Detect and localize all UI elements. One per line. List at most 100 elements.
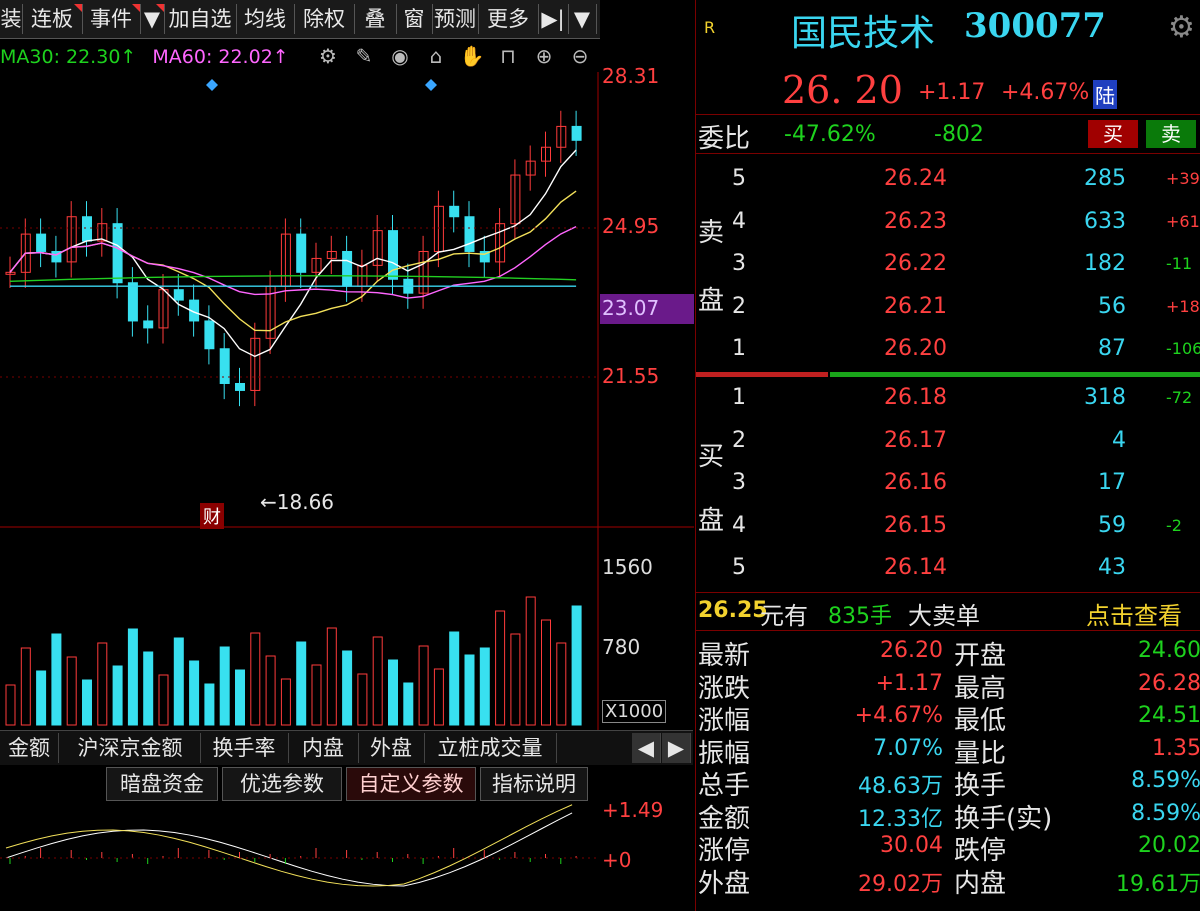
zoom-in-icon[interactable]: ⊕ — [526, 44, 562, 68]
book-volume: 4 — [1112, 427, 1126, 453]
volume-bar — [36, 670, 47, 726]
candle-body — [342, 250, 353, 287]
toolbar-item[interactable]: 叠 — [354, 4, 397, 34]
big-order-desc: 大卖单 — [908, 602, 980, 630]
buy-side-label-2: 盘 — [698, 506, 725, 536]
indicator-tab[interactable]: 换手率 — [200, 733, 289, 763]
candle-body — [204, 320, 215, 350]
weibi-diff: -802 — [934, 122, 984, 147]
finance-badge[interactable]: 财 — [200, 503, 224, 529]
scroll-left-icon[interactable]: ◀ — [632, 733, 661, 763]
toolbar-item[interactable]: 连板 — [22, 4, 83, 34]
candle-body — [143, 320, 154, 329]
kline-chart[interactable] — [0, 72, 694, 732]
toolbar-item[interactable]: 窗 — [396, 4, 433, 34]
book-price: 26.24 — [884, 166, 947, 191]
indicator-tab[interactable]: 外盘 — [358, 733, 425, 763]
indicator-tab-row: 金额 沪深京金额 换手率 内盘 外盘 立桩成交量 ◀ ▶ — [0, 730, 693, 765]
volume-bar — [296, 641, 307, 726]
candle-body — [449, 205, 460, 218]
quote-panel: R 国民技术 300077 ⚙ 26. 20 +1.17 +4.67% 陆 委比… — [695, 0, 1200, 911]
big-order-unit: 元有 — [760, 602, 808, 630]
stat-label: 最低 — [954, 706, 1007, 736]
stat-label: 量比 — [954, 738, 1007, 769]
toolbar-item[interactable]: 均线 — [236, 4, 295, 34]
candle-body — [219, 348, 230, 384]
book-volume: 87 — [1098, 336, 1126, 361]
volume-bar — [464, 654, 475, 726]
indicator-tab[interactable]: 金额 — [0, 733, 59, 763]
sub-tab[interactable]: 自定义参数 — [346, 767, 476, 801]
volume-bar — [158, 674, 169, 726]
toolbar-item[interactable]: ▶| — [538, 4, 569, 34]
sub-tab[interactable]: 暗盘资金 — [106, 767, 218, 801]
sell-side-label-2: 盘 — [698, 286, 725, 316]
stat-label: 换手(实) — [954, 803, 1053, 834]
indicator-tab[interactable]: 沪深京金额 — [60, 733, 201, 763]
volume-bar — [388, 659, 398, 726]
stock-code: 300077 — [964, 6, 1106, 46]
sub-tab[interactable]: 指标说明 — [480, 767, 588, 801]
volume-bar — [433, 668, 444, 726]
zoom-out-icon[interactable]: ⊖ — [562, 44, 598, 68]
toolbar-item[interactable]: 预测 — [432, 4, 479, 34]
indicator-tab[interactable]: 立桩成交量 — [424, 733, 557, 763]
stat-value: 24.51 — [1138, 703, 1200, 728]
big-order-link[interactable]: 点击查看 — [1086, 596, 1182, 631]
gear-icon[interactable]: ⚙ — [310, 44, 346, 68]
book-change: -72 — [1166, 388, 1193, 407]
toolbar-item[interactable]: 加自选 — [164, 4, 237, 34]
macd-tick: +0 — [602, 848, 632, 872]
lock-icon[interactable]: ⊓ — [490, 44, 526, 68]
sub-tab[interactable]: 优选参数 — [222, 767, 342, 801]
volume-bar — [235, 669, 245, 726]
volume-bar — [173, 637, 184, 726]
volume-bar — [250, 632, 261, 726]
eye-icon[interactable]: ◉ — [382, 44, 418, 68]
volume-bar — [556, 642, 567, 726]
toolbar-item[interactable]: ▼ — [568, 4, 597, 34]
weibi-label: 委比 — [698, 124, 751, 154]
stat-value: +1.17 — [875, 670, 943, 696]
ma10-line — [9, 190, 577, 332]
toolbar-item[interactable]: 除权 — [294, 4, 355, 34]
candle-body — [571, 125, 582, 141]
sell-side-label-1: 卖 — [698, 218, 725, 248]
scroll-right-icon[interactable]: ▶ — [662, 733, 691, 763]
stat-label: 涨幅 — [698, 706, 751, 736]
volume-bar — [204, 683, 215, 726]
price-change-pct: +4.67% — [1001, 80, 1090, 105]
volume-bar — [495, 610, 506, 726]
book-price: 26.23 — [884, 208, 947, 234]
volume-bar — [112, 665, 123, 726]
book-volume: 633 — [1084, 208, 1126, 234]
candle-body — [127, 282, 138, 322]
volume-bar — [357, 673, 368, 726]
volume-bar — [66, 656, 77, 726]
indicator-tab[interactable]: 内盘 — [288, 733, 359, 763]
price-tick: 21.55 — [602, 364, 660, 388]
book-change: +18 — [1166, 296, 1200, 316]
toolbar-item[interactable]: 更多 — [478, 4, 539, 34]
book-volume: 182 — [1084, 251, 1126, 276]
toolbar-item[interactable]: ▼ — [140, 4, 165, 34]
pen-icon[interactable]: ✎ — [346, 44, 382, 68]
ma-legend: MA30: 22.30↑ MA60: 22.02↑ — [0, 42, 289, 72]
candle-body — [173, 289, 184, 301]
candle-body — [296, 233, 307, 273]
buy-button[interactable]: 买 — [1088, 120, 1138, 148]
big-order-price: 26.25 — [698, 598, 768, 623]
volume-bar — [510, 633, 521, 726]
sell-button[interactable]: 卖 — [1146, 120, 1196, 148]
box-icon[interactable]: ⌂ — [418, 44, 454, 68]
price-tick-current: 23.07 — [602, 296, 660, 320]
book-volume: 43 — [1098, 555, 1126, 580]
gear-icon[interactable]: ⚙ — [1168, 10, 1195, 45]
hand-icon[interactable]: ✋ — [454, 44, 490, 68]
stat-value: 26.20 — [880, 638, 943, 663]
book-price: 26.21 — [884, 293, 947, 319]
ma30-label: MA30: 22.30↑ — [0, 46, 137, 68]
stat-label: 涨跌 — [698, 673, 751, 704]
toolbar-item[interactable]: 装 — [0, 4, 23, 34]
toolbar-item[interactable]: 事件 — [82, 4, 141, 34]
